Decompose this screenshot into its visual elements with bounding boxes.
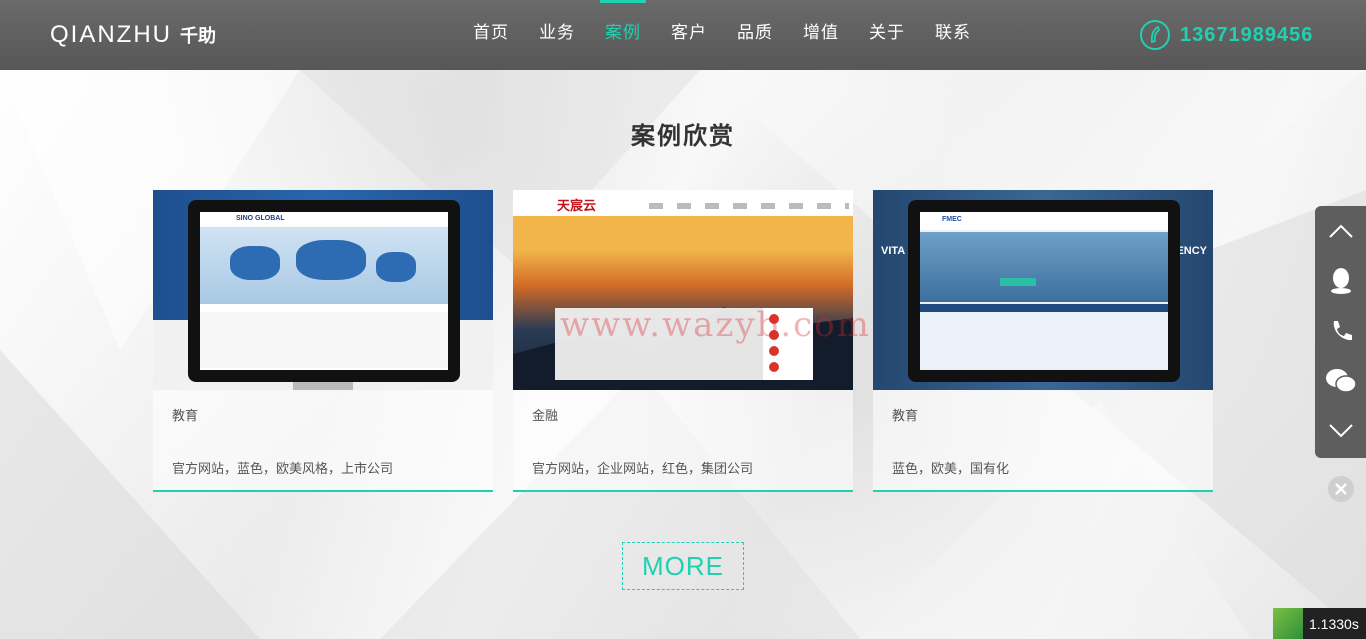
- thumb-site-bar: SINO GLOBAL: [200, 212, 448, 228]
- phone-icon[interactable]: [1315, 306, 1366, 356]
- case-thumbnail: 天宸云: [513, 190, 853, 390]
- thumb-panel-right: [763, 308, 813, 380]
- nav-item-about[interactable]: 关于: [854, 0, 920, 70]
- thumb-hero: [920, 232, 1168, 302]
- section-title: 案例欣赏: [631, 123, 735, 150]
- qq-icon[interactable]: [1315, 256, 1366, 306]
- nav-item-business[interactable]: 业务: [524, 0, 590, 70]
- thumb-site-logo: 天宸云: [557, 198, 597, 213]
- case-tags: 官方网站，企业网站，红色，集团公司: [532, 461, 754, 476]
- case-category: 教育: [892, 408, 919, 423]
- more-button[interactable]: MORE: [622, 542, 744, 590]
- thumb-site-logo: FMEC: [942, 216, 962, 223]
- site-header: QIANZHU 千助 首页 业务 案例 客户 品质 增值 关于 联系 13671…: [0, 0, 1366, 70]
- case-card[interactable]: SINO GLOBAL 教育 官方网站，蓝色，欧美风格，上市公司: [153, 190, 493, 492]
- phone-icon: [1140, 20, 1170, 50]
- main-nav: 首页 业务 案例 客户 品质 增值 关于 联系: [458, 0, 986, 70]
- close-icon[interactable]: [1328, 476, 1354, 502]
- thumb-world-map: [200, 228, 448, 304]
- case-cards: SINO GLOBAL 教育 官方网站，蓝色，欧美风格，上市公司 天宸云 金融 …: [153, 190, 1213, 492]
- phone-number: 13671989456: [1180, 23, 1314, 46]
- scroll-down-icon[interactable]: [1315, 406, 1366, 456]
- thumb-side-text-right: ENCY: [1176, 245, 1207, 257]
- logo-cn-text: 千助: [180, 26, 216, 46]
- case-card[interactable]: VITA ENCY FMEC 教育 蓝色，欧美，国有化: [873, 190, 1213, 492]
- thumb-cta: [1000, 278, 1036, 286]
- nav-item-contact[interactable]: 联系: [920, 0, 986, 70]
- nav-item-cases[interactable]: 案例: [590, 0, 656, 70]
- back-to-top-icon[interactable]: [1315, 206, 1366, 256]
- thumb-columns: [200, 312, 448, 368]
- nav-item-clients[interactable]: 客户: [656, 0, 722, 70]
- timer-text: 1.1330s: [1309, 615, 1359, 632]
- monitor-frame: FMEC: [908, 200, 1180, 382]
- logo-latin-text: QIANZHU: [50, 21, 172, 48]
- monitor-frame: SINO GLOBAL: [188, 200, 460, 382]
- thumb-info-panel: [555, 308, 813, 380]
- thumb-site-bar: FMEC: [920, 212, 1168, 230]
- nav-item-quality[interactable]: 品质: [722, 0, 788, 70]
- monitor-stand: [293, 382, 353, 390]
- side-float-toolbar: [1315, 206, 1366, 458]
- header-phone[interactable]: 13671989456: [1140, 19, 1313, 51]
- site-logo[interactable]: QIANZHU 千助: [50, 20, 216, 50]
- monitor-screen: SINO GLOBAL: [200, 212, 448, 370]
- thumb-site-bar: 天宸云: [513, 190, 853, 216]
- nav-item-home[interactable]: 首页: [458, 0, 524, 70]
- case-category: 教育: [172, 408, 199, 423]
- nav-item-value-added[interactable]: 增值: [788, 0, 854, 70]
- thumb-news-bar: [920, 304, 1168, 312]
- thumb-side-text-left: VITA: [881, 245, 906, 257]
- case-tags: 蓝色，欧美，国有化: [892, 461, 1010, 476]
- monitor-screen: FMEC: [920, 212, 1168, 370]
- case-category: 金融: [532, 408, 559, 423]
- case-thumbnail: SINO GLOBAL: [153, 190, 493, 390]
- case-thumbnail: VITA ENCY FMEC: [873, 190, 1213, 390]
- case-tags: 官方网站，蓝色，欧美风格，上市公司: [172, 461, 394, 476]
- thumb-site-logo: SINO GLOBAL: [236, 215, 285, 222]
- thumb-nav-line: [649, 203, 849, 209]
- load-timer-badge: 1.1330s: [1273, 608, 1366, 639]
- timer-icon: [1273, 608, 1303, 639]
- case-card[interactable]: 天宸云 金融 官方网站，企业网站，红色，集团公司: [513, 190, 853, 492]
- wechat-icon[interactable]: [1315, 356, 1366, 406]
